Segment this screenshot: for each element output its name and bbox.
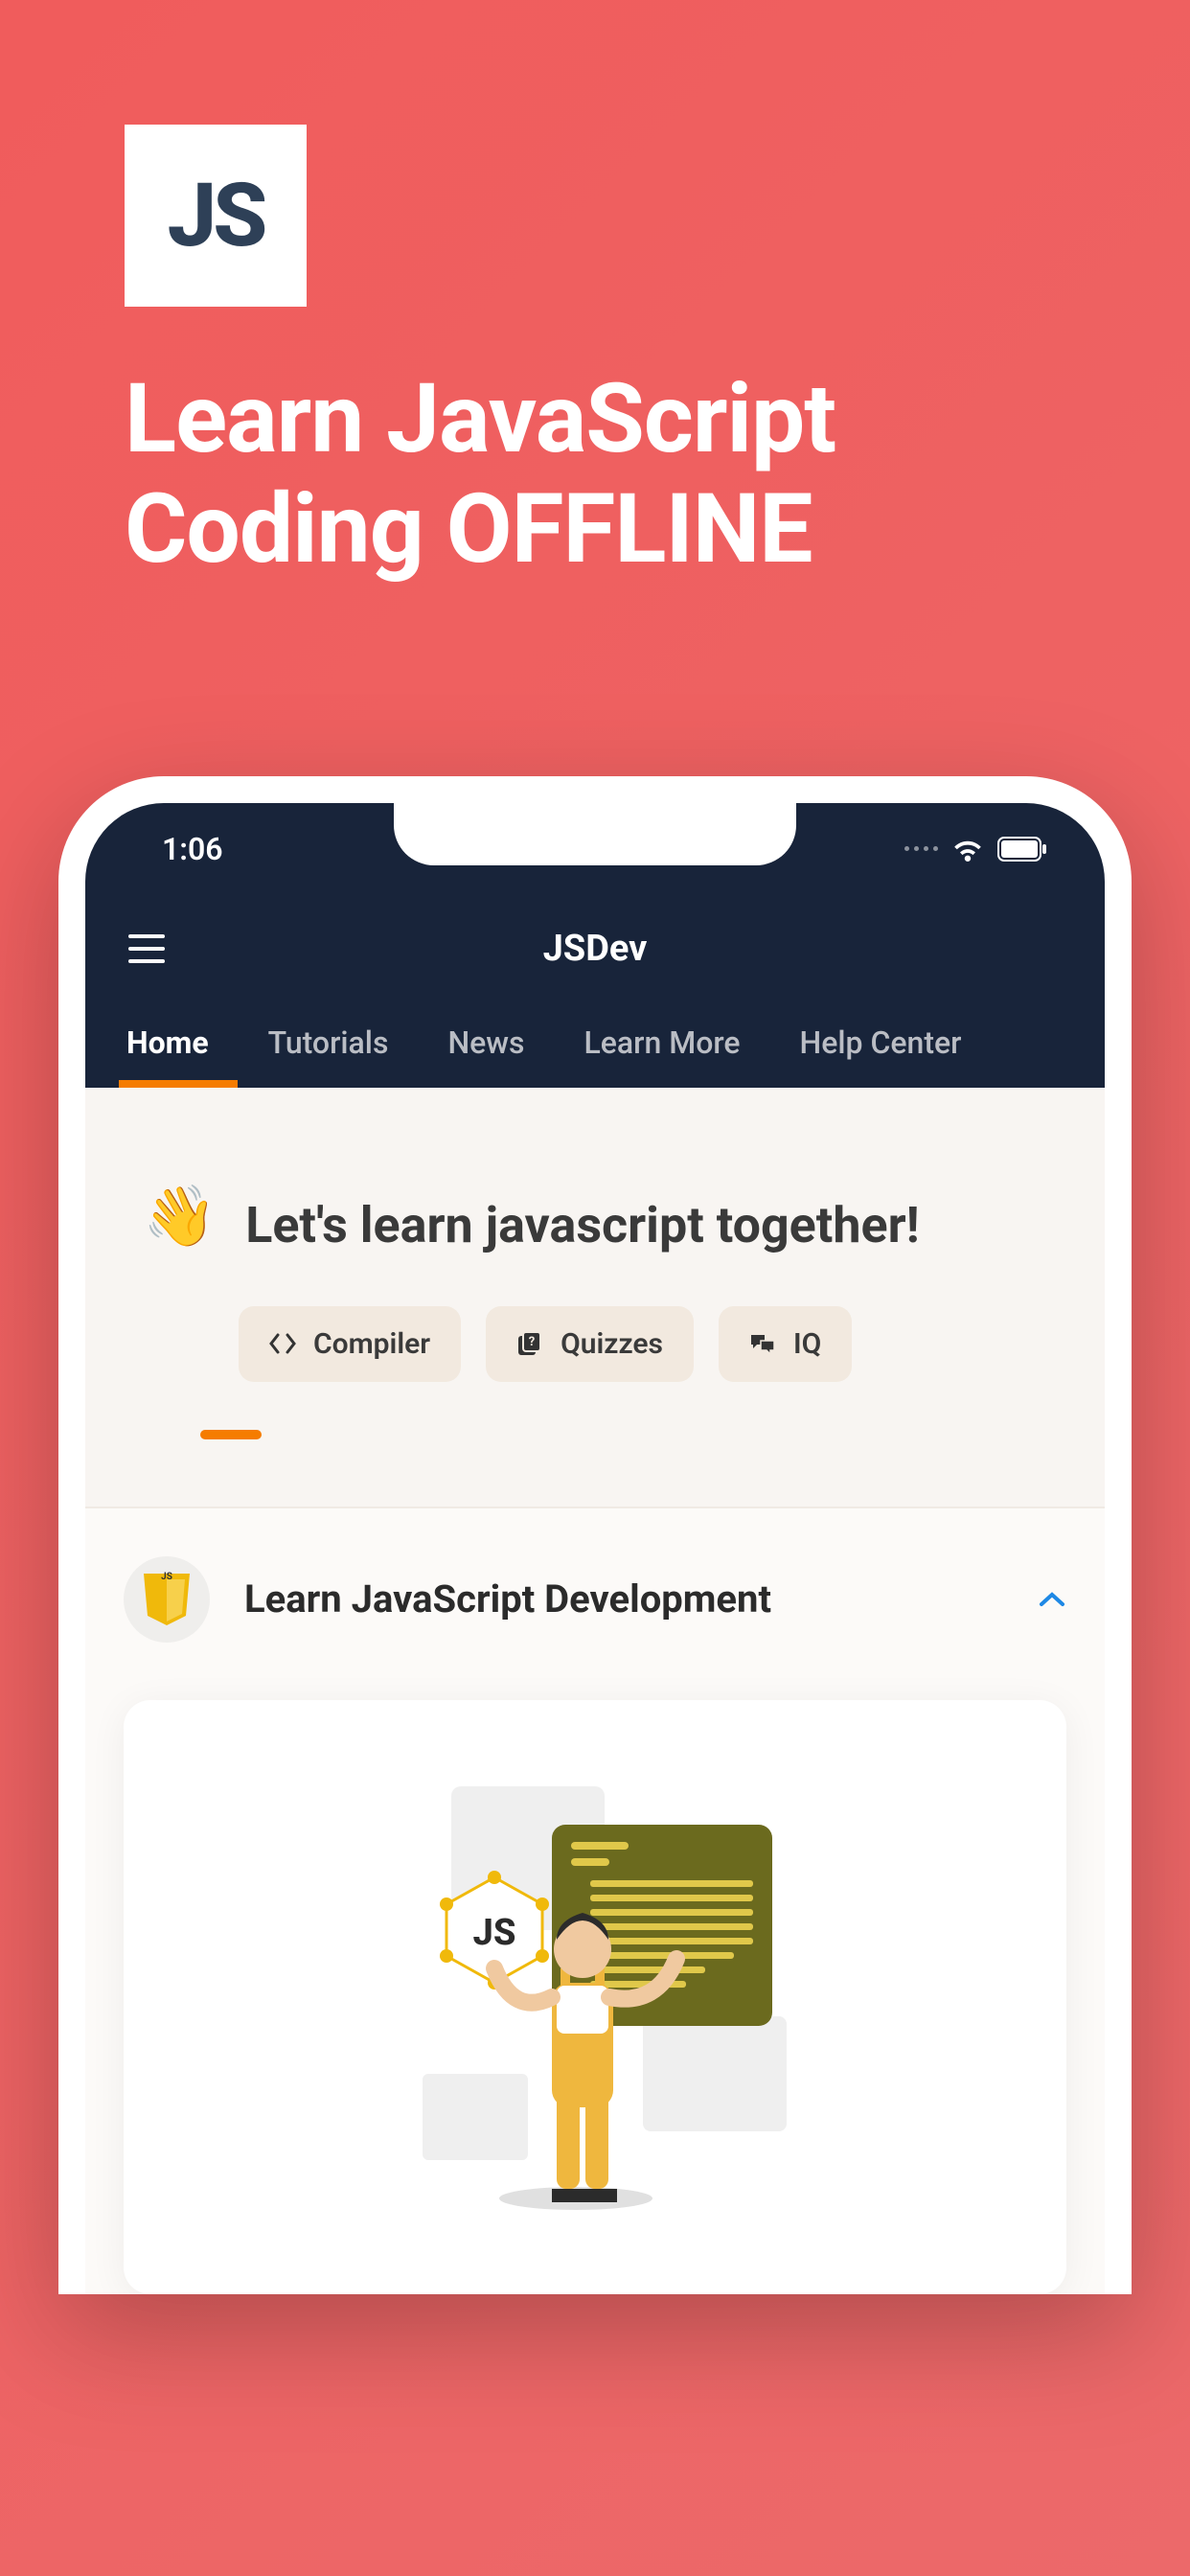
svg-text:?: ? — [529, 1335, 535, 1349]
promo-header: JS Learn JavaScript Coding OFFLINE — [0, 0, 1190, 585]
chip-label: Quizzes — [561, 1327, 663, 1361]
battery-icon — [997, 837, 1047, 862]
quiz-icon: ? — [516, 1330, 543, 1357]
headline-line-2: Coding OFFLINE — [125, 473, 812, 586]
wave-emoji-icon: 👋 — [143, 1187, 217, 1247]
learn-section: JS Learn JavaScript Development — [85, 1508, 1105, 2294]
headline-line-1: Learn JavaScript — [125, 363, 835, 475]
status-indicators — [904, 837, 1047, 862]
chat-icon — [749, 1331, 776, 1356]
js-logo-tile: JS — [125, 125, 307, 307]
tab-tutorials[interactable]: Tutorials — [268, 1011, 389, 1088]
course-card[interactable]: JS — [124, 1700, 1066, 2294]
course-illustration: JS — [355, 1767, 835, 2227]
scroll-indicator — [200, 1430, 262, 1439]
js-shield-icon: JS — [124, 1556, 210, 1643]
cellular-dots-icon — [904, 846, 938, 851]
chip-quizzes[interactable]: ? Quizzes — [486, 1306, 694, 1382]
headline: Learn JavaScript Coding OFFLINE — [125, 364, 1065, 585]
chip-label: IQ — [793, 1327, 821, 1361]
tab-home[interactable]: Home — [126, 1011, 209, 1088]
menu-button[interactable] — [119, 925, 174, 973]
phone-notch — [394, 803, 796, 865]
hamburger-icon — [128, 934, 165, 963]
wifi-icon — [951, 837, 984, 862]
tab-learn-more[interactable]: Learn More — [584, 1011, 741, 1088]
code-icon — [269, 1333, 296, 1354]
section-header[interactable]: JS Learn JavaScript Development — [124, 1556, 1066, 1643]
hero-section: 👋 Let's learn javascript together! Compi… — [85, 1088, 1105, 1508]
tab-help-center[interactable]: Help Center — [800, 1011, 962, 1088]
chip-label: Compiler — [313, 1327, 430, 1361]
svg-text:JS: JS — [161, 1572, 172, 1582]
app-title: JSDev — [543, 928, 648, 970]
tab-news[interactable]: News — [447, 1011, 524, 1088]
section-title: Learn JavaScript Development — [244, 1576, 1003, 1622]
phone-screen: 1:06 JSDev — [85, 803, 1105, 2294]
hero-text: Let's learn javascript together! — [245, 1193, 919, 1258]
svg-text:JS: JS — [473, 1912, 516, 1954]
chip-iq[interactable]: IQ — [719, 1306, 852, 1382]
chip-compiler[interactable]: Compiler — [239, 1306, 461, 1382]
tab-bar: Home Tutorials News Learn More Help Cent… — [119, 1011, 1071, 1088]
main-content: 👋 Let's learn javascript together! Compi… — [85, 1088, 1105, 2294]
nav-bar: JSDev Home Tutorials News Learn More Hel… — [85, 894, 1105, 1088]
js-logo-text: JS — [168, 165, 264, 267]
chevron-up-icon — [1038, 1590, 1066, 1609]
hero-chips: Compiler ? Quizzes IQ — [239, 1306, 1047, 1382]
phone-frame: 1:06 JSDev — [58, 776, 1132, 2294]
status-time: 1:06 — [162, 831, 223, 867]
